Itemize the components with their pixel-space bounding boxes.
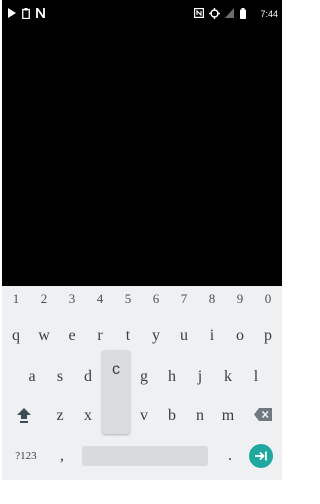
key-n[interactable]: n (186, 399, 214, 433)
key-w[interactable]: w (30, 319, 58, 353)
key-0[interactable]: 0 (254, 282, 282, 316)
symbols-key[interactable]: ?123 (12, 439, 40, 473)
key-t[interactable]: t (114, 319, 142, 353)
key-4[interactable]: 4 (86, 282, 114, 316)
signal-icon (225, 8, 234, 18)
key-r[interactable]: r (86, 319, 114, 353)
popup-letter: c (112, 361, 120, 378)
key-1[interactable]: 1 (2, 282, 30, 316)
shift-up-arrow-icon (17, 408, 31, 423)
key-9[interactable]: 9 (226, 282, 254, 316)
key-u[interactable]: u (170, 319, 198, 353)
key-2[interactable]: 2 (30, 282, 58, 316)
key-s[interactable]: s (46, 360, 74, 394)
app-content-area (2, 0, 282, 286)
backspace-icon (254, 408, 272, 421)
spacebar[interactable] (82, 446, 208, 466)
notification-n-icon (36, 8, 45, 18)
key-v[interactable]: v (130, 399, 158, 433)
key-p[interactable]: p (254, 319, 282, 353)
key-m[interactable]: m (214, 399, 242, 433)
clipboard-icon (22, 8, 30, 19)
play-icon (8, 8, 16, 18)
nfc-icon (194, 8, 204, 18)
key-g[interactable]: g (130, 360, 158, 394)
comma-key[interactable]: , (48, 439, 76, 473)
bottom-inset (2, 480, 282, 504)
enter-arrow-icon (255, 451, 267, 461)
key-h[interactable]: h (158, 360, 186, 394)
status-time: 7:44 (260, 9, 278, 19)
key-b[interactable]: b (158, 399, 186, 433)
key-e[interactable]: e (58, 319, 86, 353)
key-6[interactable]: 6 (142, 282, 170, 316)
key-a[interactable]: a (18, 360, 46, 394)
period-key[interactable]: . (216, 439, 244, 473)
key-z[interactable]: z (46, 399, 74, 433)
phone-screen: 7:44 1 2 3 4 5 6 7 8 9 0 q w e r t y u i… (2, 0, 282, 504)
key-q[interactable]: q (2, 319, 30, 353)
key-7[interactable]: 7 (170, 282, 198, 316)
key-x[interactable]: x (74, 399, 102, 433)
backspace-key[interactable] (249, 399, 277, 433)
key-o[interactable]: o (226, 319, 254, 353)
key-i[interactable]: i (198, 319, 226, 353)
key-k[interactable]: k (214, 360, 242, 394)
data-sync-icon (209, 8, 220, 19)
key-8[interactable]: 8 (198, 282, 226, 316)
status-bar: 7:44 (2, 0, 282, 28)
key-j[interactable]: j (186, 360, 214, 394)
battery-icon (240, 8, 246, 19)
enter-key[interactable] (249, 444, 273, 468)
key-5[interactable]: 5 (114, 282, 142, 316)
shift-key[interactable] (10, 399, 38, 433)
key-press-popup: c (102, 350, 130, 434)
key-3[interactable]: 3 (58, 282, 86, 316)
key-y[interactable]: y (142, 319, 170, 353)
key-l[interactable]: l (242, 360, 270, 394)
key-d[interactable]: d (74, 360, 102, 394)
